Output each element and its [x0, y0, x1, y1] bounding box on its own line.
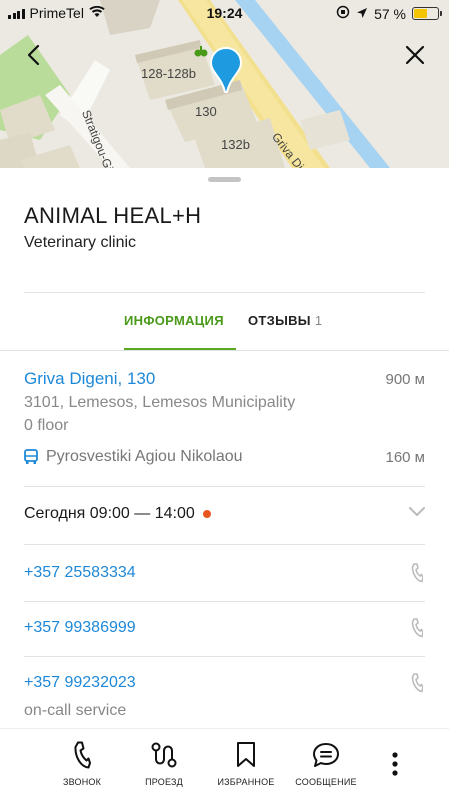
map-label-building-128: 128-128b — [141, 66, 196, 81]
tabs-divider — [0, 350, 449, 351]
address-floor: 0 floor — [24, 417, 69, 434]
hours-status-dot — [202, 510, 211, 518]
address-city: 3101, Lemesos, Lemesos Municipality — [24, 394, 296, 411]
tab-information[interactable]: ИНФОРМАЦИЯ — [124, 313, 224, 328]
map-label-building-132b: 132b — [221, 137, 250, 152]
favorite-button-label: ИЗБРАННОЕ — [217, 777, 275, 787]
call-button-label: ЗВОНОК — [62, 777, 102, 787]
status-bar: PrimeTel 19:24 57 % — [0, 0, 449, 26]
more-vertical-icon — [392, 752, 398, 776]
hours-divider — [24, 544, 425, 545]
bottom-toolbar: ЗВОНОК ПРОЕЗД ИЗБРАННОЕ СООБЩЕНИЕ — [0, 728, 449, 800]
chevron-left-icon — [27, 44, 40, 66]
back-button[interactable] — [18, 40, 48, 70]
place-title: ANIMAL HEAL+H — [24, 203, 202, 228]
address-distance: 900 м — [385, 371, 425, 388]
close-icon — [405, 45, 425, 65]
opening-hours-text: Сегодня 09:00 — 14:00 — [24, 505, 195, 522]
message-button[interactable]: СООБЩЕНИЕ — [284, 741, 368, 787]
orientation-lock-icon — [336, 5, 350, 22]
phone-icon[interactable] — [411, 563, 423, 583]
route-button-label: ПРОЕЗД — [145, 777, 183, 787]
phone-number-1[interactable]: +357 25583334 — [24, 564, 136, 582]
message-icon — [313, 743, 339, 767]
sheet-drag-handle[interactable] — [208, 177, 241, 182]
pharmacy-poi-icon[interactable] — [194, 44, 208, 63]
phone-number-3[interactable]: +357 99232023 — [24, 674, 136, 692]
location-pin-icon[interactable] — [208, 46, 244, 99]
place-card: ANIMAL HEAL+H Veterinary clinic ИНФОРМАЦ… — [0, 168, 449, 800]
tab-bar: ИНФОРМАЦИЯ ОТЗЫВЫ 1 — [0, 292, 449, 350]
route-icon — [151, 742, 177, 768]
tab-reviews-label: ОТЗЫВЫ — [248, 313, 311, 328]
bus-icon — [24, 449, 38, 464]
more-options-button[interactable] — [391, 751, 399, 782]
message-button-label: СООБЩЕНИЕ — [295, 777, 357, 787]
map-label-building-130: 130 — [195, 104, 217, 119]
opening-hours-row[interactable]: Сегодня 09:00 — 14:00 — [24, 505, 211, 523]
phone-icon[interactable] — [411, 673, 423, 693]
transit-stop-name: Pyrosvestiki Agiou Nikolaou — [46, 448, 243, 465]
route-button[interactable]: ПРОЕЗД — [122, 741, 206, 787]
phone-icon[interactable] — [411, 618, 423, 638]
chevron-down-icon[interactable] — [407, 506, 427, 518]
phone-divider-1 — [24, 601, 425, 602]
battery-icon — [412, 7, 442, 20]
bookmark-icon — [237, 742, 255, 767]
transit-stop[interactable]: Pyrosvestiki Agiou Nikolaou — [24, 448, 243, 466]
reviews-count: 1 — [314, 313, 323, 328]
location-services-icon — [356, 6, 368, 22]
tab-reviews[interactable]: ОТЗЫВЫ 1 — [248, 313, 322, 328]
phone-divider-2 — [24, 656, 425, 657]
place-category: Veterinary clinic — [24, 234, 137, 251]
phone-number-2[interactable]: +357 99386999 — [24, 619, 136, 637]
address-divider — [24, 486, 425, 487]
favorite-button[interactable]: ИЗБРАННОЕ — [204, 741, 288, 787]
phone-note: on-call service — [24, 702, 127, 719]
transit-distance: 160 м — [385, 449, 425, 466]
close-button[interactable] — [400, 40, 430, 70]
phone-icon — [74, 741, 91, 769]
address-link[interactable]: Griva Digeni, 130 — [24, 369, 155, 389]
call-button[interactable]: ЗВОНОК — [40, 741, 124, 787]
battery-percent: 57 % — [374, 5, 406, 22]
